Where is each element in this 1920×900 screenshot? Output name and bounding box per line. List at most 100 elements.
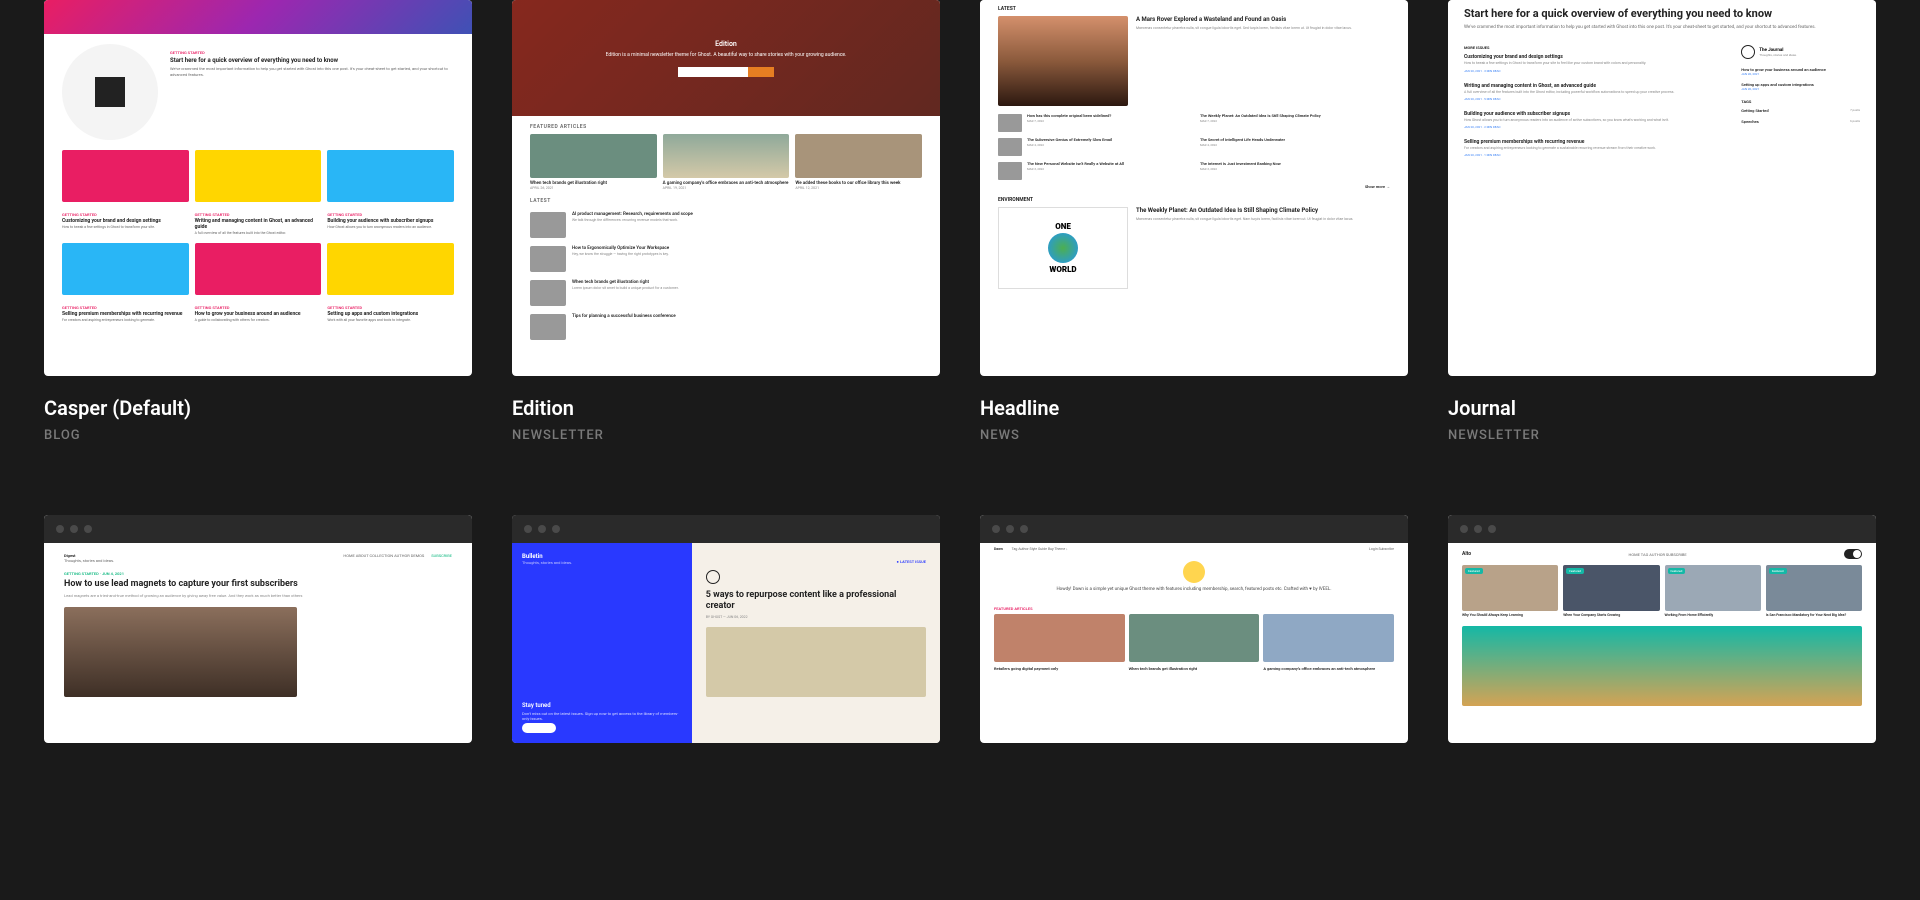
brand: Edition [715, 40, 737, 48]
desc: We talk through the differences: recurri… [572, 218, 922, 222]
nav-left: Tag Author Style Guide Buy Theme ↓ [1012, 547, 1068, 551]
word: ONE [1055, 222, 1071, 231]
body: A full overview of all the features buil… [195, 231, 322, 235]
desc: Maecenas consectetur pharetra nulla, sit… [1136, 26, 1390, 31]
theme-title: Edition [512, 396, 940, 420]
desc: A full overview of all the features buil… [1464, 90, 1725, 95]
date: APRIL 12, 2021 [795, 186, 922, 190]
theme-card-casper[interactable]: GETTING STARTED Start here for a quick o… [44, 0, 472, 443]
label: GETTING STARTED [327, 305, 454, 310]
featured-badge: Featured [1566, 568, 1584, 574]
avatar [1183, 561, 1205, 583]
desc: Lead magnets are a tried-and-true method… [64, 593, 452, 599]
item-title: A gaming company's office embraces an an… [1263, 666, 1394, 671]
title: Start here for a quick overview of every… [1464, 8, 1860, 21]
desc: We've crammed the most important informa… [1464, 25, 1860, 32]
nav: HOME TAG AUTHOR SUBSCRIBE [1628, 552, 1686, 557]
hero-image [706, 627, 926, 697]
title: The Weekly Planet: An Outdated Idea Is S… [1200, 114, 1321, 119]
subscribe-button [522, 723, 556, 733]
date: MAR 4, 2022 [1027, 143, 1112, 147]
body: How Ghost allows you to turn anonymous r… [327, 225, 454, 229]
section-label: FEATURED ARTICLES [512, 116, 940, 134]
tags-label: TAGS [1741, 99, 1860, 104]
theme-title: Journal [1448, 396, 1876, 420]
globe-icon [1048, 233, 1078, 263]
title: Customizing your brand and design settin… [62, 218, 189, 224]
subtitle: Edition is a minimal newsletter theme fo… [606, 52, 847, 59]
theme-card-alto[interactable]: Alto HOME TAG AUTHOR SUBSCRIBE Featured … [1448, 515, 1876, 743]
theme-category: Newsletter [512, 428, 940, 443]
brand: Dawn [994, 547, 1003, 551]
date: JAN 20, 2021 · 3 MIN READ [1464, 69, 1725, 73]
label: GETTING STARTED [195, 305, 322, 310]
cta-desc: Don't miss out on the latest issues. Sig… [522, 711, 682, 721]
theme-card-headline[interactable]: LATEST A Mars Rover Explored a Wasteland… [980, 0, 1408, 443]
browser-chrome [44, 515, 472, 543]
section-label: LATEST [512, 190, 940, 208]
desc: For creators and aspiring entrepreneurs … [1464, 146, 1725, 151]
theme-title: Casper (Default) [44, 396, 472, 420]
theme-preview: LATEST A Mars Rover Explored a Wasteland… [980, 0, 1408, 376]
browser-chrome [512, 515, 940, 543]
title: How to use lead magnets to capture your … [64, 579, 452, 590]
date: JAN 20, 2021 · 2 MIN READ [1464, 125, 1725, 129]
avatar-icon [706, 570, 720, 584]
title: When Your Company Starts Growing [1563, 613, 1659, 618]
label: GETTING STARTED [327, 212, 454, 217]
label: GETTING STARTED [195, 212, 322, 217]
brand: Bulletin [522, 553, 682, 560]
theme-card-digest[interactable]: Digest Thoughts, stories and ideas. HOME… [44, 515, 472, 743]
label: GETTING STARTED [62, 305, 189, 310]
nav-right: Login Subscribe [1369, 547, 1394, 551]
theme-category: News [980, 428, 1408, 443]
title: When tech brands get illustration right [572, 280, 922, 285]
date: JAN 20, 2021 [1741, 72, 1860, 76]
tagline: Thoughts, stories and ideas. [522, 560, 682, 565]
title: 5 ways to repurpose content like a profe… [706, 590, 926, 612]
cta-title: Stay tuned [522, 702, 682, 709]
body: How to tweak a few settings in Ghost to … [62, 225, 189, 229]
title: Writing and managing content in Ghost, a… [1464, 83, 1725, 89]
desc: How to tweak a few settings in Ghost to … [1464, 61, 1725, 66]
date: MAR 7, 2022 [1200, 119, 1321, 123]
dark-mode-toggle [1844, 549, 1862, 559]
date: MAR 7, 2022 [1027, 119, 1111, 123]
byline: BY GHOST — JUN 06, 2022 [706, 615, 926, 619]
title: Why You Should Always Keep Learning [1462, 613, 1558, 618]
date: MAR 4, 2022 [1200, 143, 1285, 147]
show-more-link: Show more → [998, 184, 1390, 189]
subscribe-link: SUBSCRIBE [431, 553, 452, 558]
tag-count: 6 posts [1850, 119, 1860, 124]
title: Building your audience with subscriber s… [1464, 111, 1725, 117]
theme-category: Blog [44, 428, 472, 443]
theme-card-edition[interactable]: Edition Edition is a minimal newsletter … [512, 0, 940, 443]
desc: Lorem ipsum dolor sit amet to build a un… [572, 286, 922, 290]
featured-badge: Featured [1465, 568, 1483, 574]
title: How to grow your business around an audi… [195, 311, 322, 317]
tag-name: Speeches [1741, 119, 1759, 124]
word: WORLD [1049, 265, 1076, 274]
date: JAN 20, 2021 [1741, 87, 1860, 91]
theme-card-bulletin[interactable]: Bulletin Thoughts, stories and ideas. St… [512, 515, 940, 743]
date: MAR 3, 2022 [1027, 167, 1124, 171]
featured-badge: Featured [1769, 568, 1787, 574]
logo-icon [1741, 45, 1755, 59]
hero-image [998, 16, 1128, 106]
title: Working From Home Efficiently [1665, 613, 1761, 618]
heading: Start here for a quick overview of every… [170, 57, 454, 64]
tag: Thoughts, stories and ideas. [1759, 53, 1797, 57]
theme-card-journal[interactable]: Start here for a quick overview of every… [1448, 0, 1876, 443]
nav: HOME ABOUT COLLECTION AUTHOR DEMOS [343, 553, 424, 558]
section-label: ENVIRONMENT [998, 197, 1390, 203]
item-title: When tech brands get illustration right [1129, 666, 1260, 671]
section-label: MORE ISSUES [1464, 45, 1725, 50]
section-label: LATEST [998, 6, 1390, 12]
brand: Alto [1462, 551, 1471, 557]
theme-preview: Alto HOME TAG AUTHOR SUBSCRIBE Featured … [1448, 515, 1876, 743]
body: A guide to collaborating with others for… [195, 318, 322, 322]
theme-card-dawn[interactable]: Dawn Tag Author Style Guide Buy Theme ↓ … [980, 515, 1408, 743]
theme-preview: Start here for a quick overview of every… [1448, 0, 1876, 376]
label: GETTING STARTED [62, 212, 189, 217]
label: GETTING STARTED [170, 50, 454, 55]
